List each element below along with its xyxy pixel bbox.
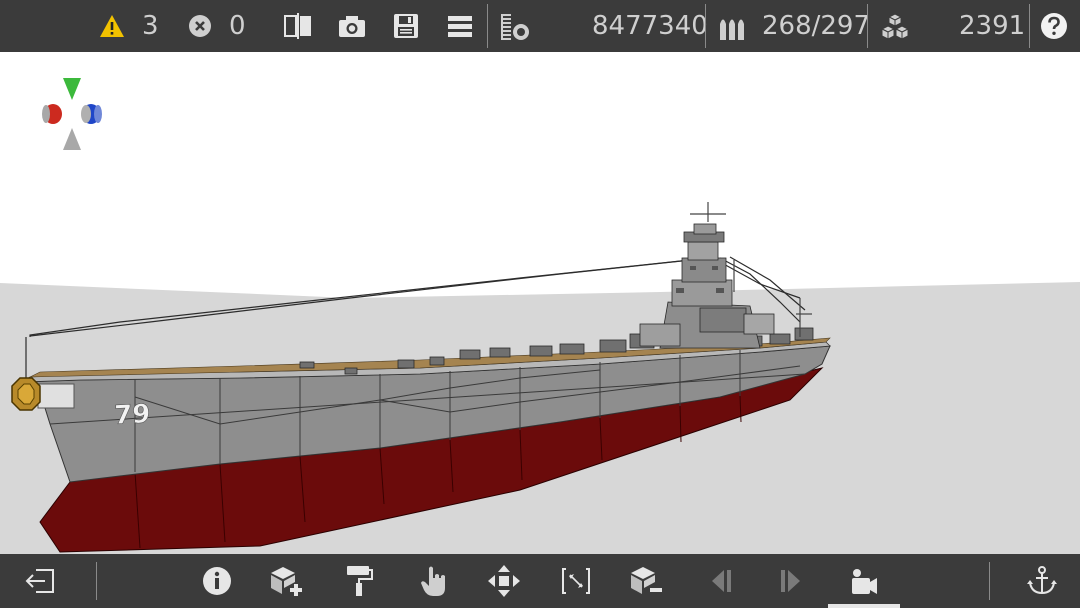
undo-icon[interactable] bbox=[704, 563, 738, 599]
add-block-icon[interactable] bbox=[268, 563, 306, 599]
active-tool-indicator bbox=[828, 604, 900, 608]
resize-icon[interactable] bbox=[558, 563, 594, 599]
camera-view-icon[interactable] bbox=[846, 563, 882, 599]
save-icon[interactable] bbox=[390, 12, 422, 40]
top-toolbar: 3 0 8477340 268/297 2391 bbox=[0, 0, 1080, 52]
error-icon[interactable] bbox=[186, 12, 214, 40]
top-separator bbox=[1029, 4, 1030, 48]
blocks-icon bbox=[878, 12, 912, 42]
bottom-separator bbox=[96, 562, 97, 600]
screenshot-icon[interactable] bbox=[335, 12, 369, 40]
3d-viewport[interactable]: 79 bbox=[0, 52, 1080, 554]
paint-roller-icon[interactable] bbox=[342, 563, 376, 599]
info-icon[interactable] bbox=[200, 564, 234, 598]
anchor-icon[interactable] bbox=[1024, 563, 1060, 599]
axis-gizmo bbox=[42, 78, 102, 150]
error-count: 0 bbox=[229, 11, 246, 41]
ammo-value: 268/297 bbox=[762, 11, 871, 41]
ship-scene: 79 bbox=[0, 78, 1080, 554]
weight-icon bbox=[498, 12, 532, 42]
redo-icon[interactable] bbox=[774, 563, 808, 599]
help-icon[interactable] bbox=[1039, 11, 1069, 41]
top-separator bbox=[867, 4, 868, 48]
ammo-icon bbox=[716, 12, 748, 42]
top-separator bbox=[705, 4, 706, 48]
touch-select-icon[interactable] bbox=[416, 563, 450, 599]
exit-icon[interactable] bbox=[22, 564, 58, 598]
move-icon[interactable] bbox=[486, 563, 522, 599]
hull-number-label: 79 bbox=[114, 399, 150, 431]
bottom-toolbar bbox=[0, 554, 1080, 608]
blocks-value: 2391 bbox=[959, 11, 1026, 41]
weight-value: 8477340 bbox=[592, 11, 708, 41]
menu-icon[interactable] bbox=[444, 12, 476, 40]
top-separator bbox=[487, 4, 488, 48]
remove-block-icon[interactable] bbox=[628, 563, 666, 599]
warning-count: 3 bbox=[142, 11, 159, 41]
bottom-separator bbox=[989, 562, 990, 600]
mirror-icon[interactable] bbox=[282, 12, 314, 40]
warning-icon[interactable] bbox=[98, 12, 126, 40]
